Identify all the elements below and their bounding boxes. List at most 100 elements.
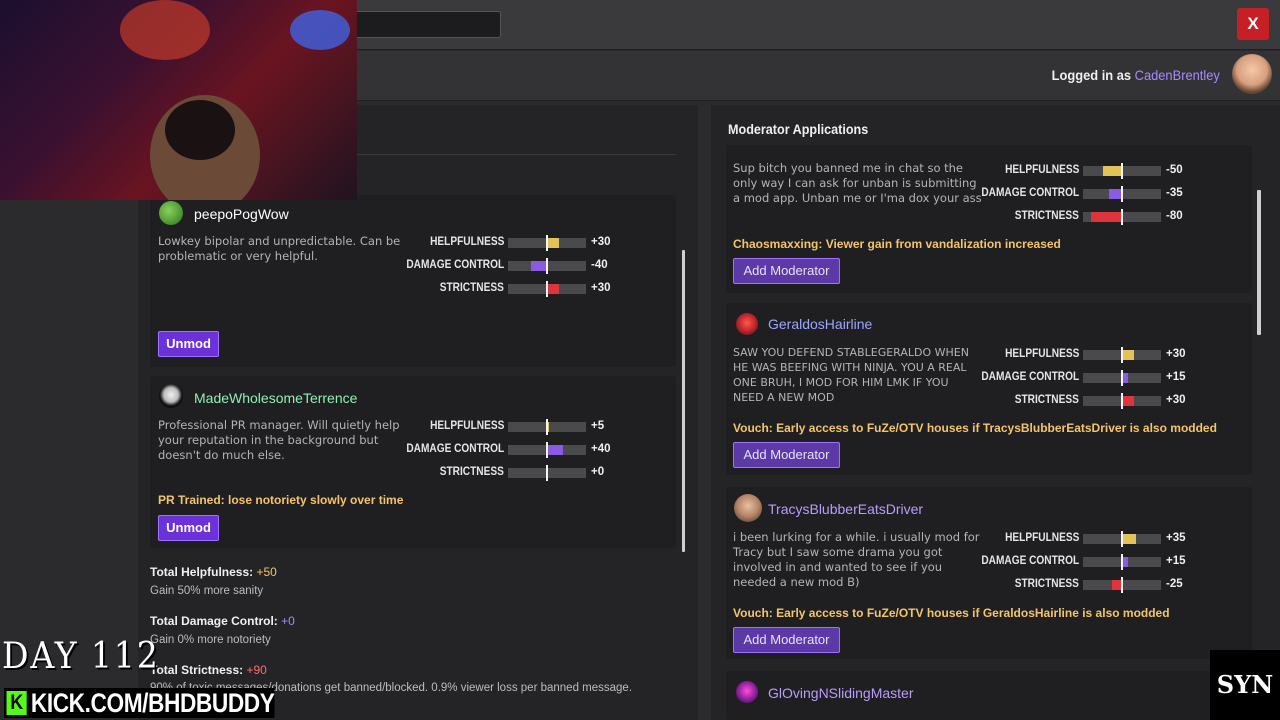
logged-in-status: Logged in as CadenBrentley: [1052, 67, 1220, 83]
stat-value: +40: [591, 443, 611, 455]
stat-damage-control: DAMAGE CONTROL: [975, 552, 1161, 572]
application-description: i been lurking for a while. i usually mo…: [733, 530, 980, 589]
stat-midline: [1121, 209, 1123, 225]
user-avatar[interactable]: [1232, 54, 1272, 94]
stat-value: -80: [1166, 210, 1183, 222]
channel-logo: SYN: [1210, 650, 1280, 720]
total-label: Total Damage Control:: [150, 614, 278, 628]
stat-midline: [546, 281, 548, 297]
stat-fill: [1091, 212, 1122, 222]
stat-bar: [1083, 370, 1161, 386]
stat-fill: [1122, 534, 1136, 544]
stat-damage-control: DAMAGE CONTROL: [975, 184, 1161, 204]
stat-value: -40: [591, 259, 608, 271]
add-moderator-button[interactable]: Add Moderator: [733, 258, 840, 284]
stat-label: DAMAGE CONTROL: [981, 371, 1079, 383]
stat-value: +35: [1166, 532, 1186, 544]
unmod-button[interactable]: Unmod: [158, 515, 219, 541]
stat-bar: [1083, 554, 1161, 570]
stat-label: STRICTNESS: [1014, 210, 1079, 222]
stat-midline: [1121, 554, 1123, 570]
stat-midline: [1121, 531, 1123, 547]
person-avatar-icon: [734, 494, 762, 522]
unmod-button[interactable]: Unmod: [158, 331, 219, 357]
stat-fill: [1103, 166, 1122, 176]
total-label: Total Helpfulness:: [150, 565, 254, 579]
day-counter: DAY 112: [2, 636, 160, 677]
stat-midline: [1121, 370, 1123, 386]
stat-helpfulness: HELPFULNESS: [400, 417, 586, 437]
stat-midline: [1121, 163, 1123, 179]
stat-label: HELPFULNESS: [1004, 348, 1079, 360]
stat-bar: [1083, 209, 1161, 225]
total-value: +0: [281, 614, 295, 628]
add-moderator-button[interactable]: Add Moderator: [733, 627, 840, 653]
stat-helpfulness: HELPFULNESS: [400, 233, 586, 253]
application-name: GlOvingNSlidingMaster: [768, 685, 914, 701]
stat-bar: [1083, 186, 1161, 202]
stat-midline: [546, 465, 548, 481]
total-value: +90: [246, 663, 267, 677]
stat-strictness: STRICTNESS: [400, 279, 586, 299]
stat-label: STRICTNESS: [1014, 394, 1079, 406]
stat-midline: [1121, 186, 1123, 202]
stat-bar: [508, 235, 586, 251]
stat-fill: [1122, 350, 1134, 360]
close-button[interactable]: X: [1237, 8, 1269, 40]
perk-text: Vouch: Early access to FuZe/OTV houses i…: [733, 606, 1170, 620]
stat-strictness: STRICTNESS: [975, 575, 1161, 595]
stat-midline: [1121, 577, 1123, 593]
logged-in-prefix: Logged in as: [1051, 67, 1135, 83]
stat-fill: [1122, 396, 1134, 406]
mod-description: Lowkey bipolar and unpredictable. Can be…: [158, 234, 401, 263]
applications-title: Moderator Applications: [728, 121, 869, 137]
stat-fill: [547, 445, 563, 455]
cam-light: [290, 10, 350, 50]
stat-label: HELPFULNESS: [429, 420, 504, 432]
avatar-icon: [736, 681, 758, 703]
total-strictness: Total Strictness: +90: [150, 663, 267, 677]
application-description: SAW YOU DEFEND STABLEGERALDO WHEN HE WAS…: [733, 346, 969, 404]
stat-helpfulness: HELPFULNESS: [975, 161, 1161, 181]
cam-light: [120, 0, 210, 60]
add-moderator-button[interactable]: Add Moderator: [733, 442, 840, 468]
stat-bar: [1083, 577, 1161, 593]
stat-damage-control: DAMAGE CONTROL: [400, 256, 586, 276]
stat-label: STRICTNESS: [439, 282, 504, 294]
stat-midline: [546, 419, 548, 435]
stat-fill: [531, 261, 547, 271]
stat-bar: [1083, 347, 1161, 363]
perk-text: Vouch: Early access to FuZe/OTV houses i…: [733, 421, 1217, 435]
kick-logo-icon: K: [6, 691, 27, 715]
frog-avatar-icon: [159, 201, 183, 225]
stat-bar: [508, 442, 586, 458]
total-helpfulness: Total Helpfulness: +50: [150, 565, 277, 579]
perk-text: Chaosmaxxing: Viewer gain from vandaliza…: [733, 237, 1061, 251]
webcam-overlay: [0, 0, 357, 200]
total-effect: Gain 50% more sanity: [150, 585, 264, 597]
stat-midline: [1121, 393, 1123, 409]
stat-strictness: STRICTNESS: [975, 391, 1161, 411]
stat-value: -25: [1166, 578, 1183, 590]
stat-value: +15: [1166, 371, 1186, 383]
application-description: Sup bitch you banned me in chat so the o…: [733, 161, 982, 205]
applications-scrollbar[interactable]: [1257, 190, 1261, 335]
stat-label: DAMAGE CONTROL: [981, 555, 1079, 567]
stat-fill: [547, 284, 559, 294]
total-label: Total Strictness:: [150, 663, 244, 677]
stat-midline: [1121, 347, 1123, 363]
streamer-hair: [165, 100, 235, 160]
stat-bar: [508, 258, 586, 274]
username[interactable]: CadenBrentley: [1135, 67, 1220, 83]
stat-bar: [508, 281, 586, 297]
stat-midline: [546, 258, 548, 274]
stat-label: STRICTNESS: [1014, 578, 1079, 590]
stat-bar: [1083, 531, 1161, 547]
perk-text: PR Trained: lose notoriety slowly over t…: [158, 493, 404, 507]
mod-name: MadeWholesomeTerrence: [194, 390, 358, 406]
total-value: +50: [256, 565, 277, 579]
mods-scrollbar[interactable]: [682, 250, 685, 552]
kick-url: KICK.COM/BHDBUDDY: [30, 688, 275, 718]
stat-bar: [508, 465, 586, 481]
stat-label: HELPFULNESS: [1004, 532, 1079, 544]
